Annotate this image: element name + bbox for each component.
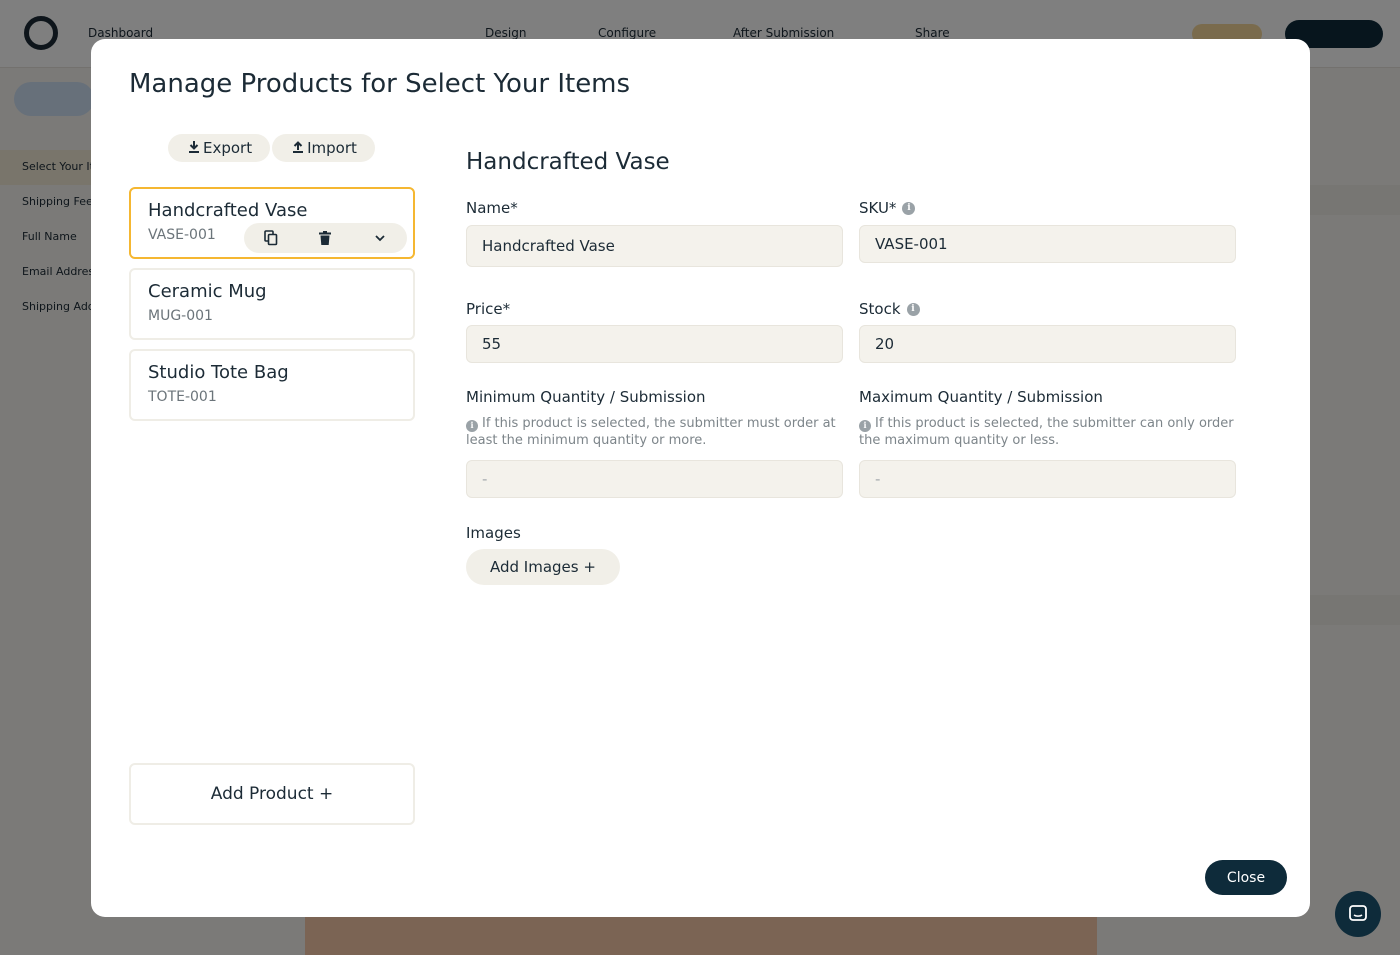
min-quantity-label: Minimum Quantity / Submission xyxy=(466,388,706,406)
max-quantity-help: i If this product is selected, the submit… xyxy=(859,415,1234,449)
min-quantity-help-text: If this product is selected, the submitt… xyxy=(466,416,836,448)
product-list: Handcrafted Vase VASE-001 Ceramic Mug MU… xyxy=(129,187,415,430)
min-quantity-label-text: Minimum Quantity / Submission xyxy=(466,388,706,406)
product-sku: TOTE-001 xyxy=(148,389,217,405)
product-name: Handcrafted Vase xyxy=(148,200,308,221)
product-sku: VASE-001 xyxy=(148,227,216,243)
upload-icon xyxy=(292,140,304,157)
product-item-tote[interactable]: Studio Tote Bag TOTE-001 xyxy=(129,349,415,421)
modal-title: Manage Products for Select Your Items xyxy=(129,69,631,99)
trash-icon[interactable] xyxy=(313,226,337,250)
import-export-toolbar: Export Import xyxy=(168,134,375,162)
sku-label: SKU* i xyxy=(859,199,916,217)
export-label: Export xyxy=(203,139,253,157)
export-button[interactable]: Export xyxy=(168,134,271,162)
info-icon: i xyxy=(466,419,478,432)
copy-icon[interactable] xyxy=(259,226,283,250)
import-label: Import xyxy=(307,139,357,157)
product-sku: MUG-001 xyxy=(148,308,213,324)
product-name: Studio Tote Bag xyxy=(148,362,289,383)
name-label-text: Name* xyxy=(466,199,518,217)
stock-field[interactable] xyxy=(859,325,1236,363)
sku-field[interactable] xyxy=(859,225,1236,263)
min-quantity-field[interactable] xyxy=(466,460,843,498)
max-quantity-help-text: If this product is selected, the submitt… xyxy=(859,416,1234,448)
min-quantity-help: i If this product is selected, the submit… xyxy=(466,415,841,449)
max-quantity-label-text: Maximum Quantity / Submission xyxy=(859,388,1103,406)
close-button[interactable]: Close xyxy=(1205,860,1287,895)
download-icon xyxy=(188,140,200,157)
product-item-vase[interactable]: Handcrafted Vase VASE-001 xyxy=(129,187,415,259)
add-images-button[interactable]: Add Images + xyxy=(466,549,620,585)
price-label: Price* xyxy=(466,300,510,318)
manage-products-modal: Manage Products for Select Your Items Ex… xyxy=(91,39,1310,917)
max-quantity-label: Maximum Quantity / Submission xyxy=(859,388,1103,406)
product-actions xyxy=(244,223,407,253)
product-name: Ceramic Mug xyxy=(148,281,267,302)
name-label: Name* xyxy=(466,199,518,217)
chevron-down-icon[interactable] xyxy=(368,226,392,250)
info-icon: i xyxy=(859,419,871,432)
price-label-text: Price* xyxy=(466,300,511,318)
price-field[interactable] xyxy=(466,325,843,363)
images-label-text: Images xyxy=(466,524,521,542)
stock-label: Stock i xyxy=(859,300,920,318)
info-icon[interactable]: i xyxy=(906,302,920,316)
product-item-mug[interactable]: Ceramic Mug MUG-001 xyxy=(129,268,415,340)
import-button[interactable]: Import xyxy=(272,134,375,162)
info-icon[interactable]: i xyxy=(902,201,916,215)
stock-label-text: Stock xyxy=(859,300,901,318)
max-quantity-field[interactable] xyxy=(859,460,1236,498)
images-label: Images xyxy=(466,524,521,542)
chat-icon[interactable] xyxy=(1335,891,1381,937)
name-field[interactable] xyxy=(466,225,843,267)
sku-label-text: SKU* xyxy=(859,199,897,217)
product-detail-title: Handcrafted Vase xyxy=(466,149,670,175)
add-product-button[interactable]: Add Product + xyxy=(129,763,415,825)
